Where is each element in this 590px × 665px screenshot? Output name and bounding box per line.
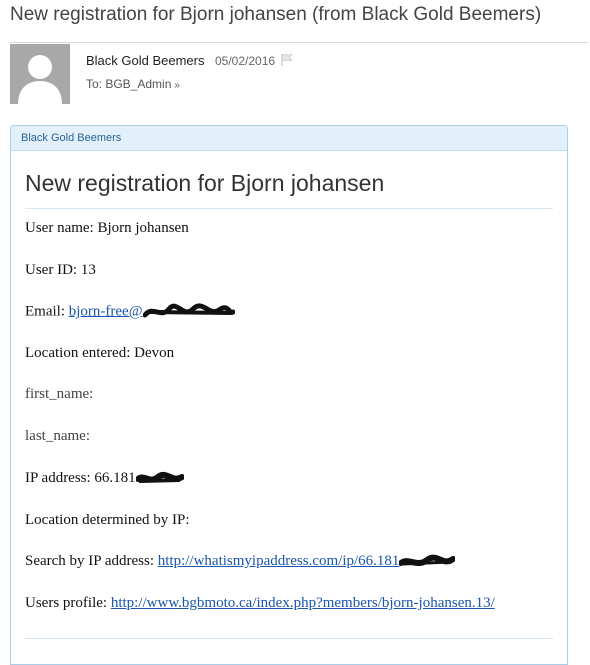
email-field: Email: bjorn-free@ xyxy=(25,303,235,321)
message-body-card: Black Gold Beemers New registration for … xyxy=(10,125,568,665)
search-ip-label: Search by IP address: xyxy=(25,553,158,569)
header-divider xyxy=(10,42,588,43)
search-ip-link[interactable]: http://whatismyipaddress.com/ip/66.181 xyxy=(158,553,400,569)
sender-avatar xyxy=(10,44,70,104)
registration-heading: New registration for Bjorn johansen xyxy=(25,170,385,196)
message-date: 05/02/2016 xyxy=(215,54,276,68)
location-determined-field: Location determined by IP: xyxy=(25,512,190,528)
email-label: Email: xyxy=(25,303,69,320)
location-entered-field: Location entered: Devon xyxy=(25,345,175,361)
users-profile-label: Users profile: xyxy=(25,595,111,611)
recipient-line[interactable]: To: BGB_Admin» xyxy=(86,77,180,91)
ip-address-field: IP address: 66.181 xyxy=(25,470,184,487)
flag-icon[interactable] xyxy=(280,53,294,67)
avatar-placeholder-icon xyxy=(18,55,62,104)
footer-rule xyxy=(25,638,553,639)
heading-rule xyxy=(25,208,553,209)
users-profile-field: Users profile: http://www.bgbmoto.ca/ind… xyxy=(25,595,495,612)
last-name-field: last_name: xyxy=(25,428,90,444)
redaction-scribble xyxy=(399,554,456,566)
redaction-scribble xyxy=(135,471,184,483)
redaction-scribble xyxy=(142,303,235,318)
users-profile-link[interactable]: http://www.bgbmoto.ca/index.php?members/… xyxy=(111,595,495,611)
user-id-field: User ID: 13 xyxy=(25,262,96,278)
email-link[interactable]: bjorn-free@ xyxy=(69,303,143,319)
card-header: Black Gold Beemers xyxy=(11,126,567,151)
first-name-field: first_name: xyxy=(25,386,94,402)
user-name-field: User name: Bjorn johansen xyxy=(25,220,189,236)
ip-address-value: IP address: 66.181 xyxy=(25,470,136,486)
sender-name[interactable]: Black Gold Beemers xyxy=(86,53,205,68)
search-ip-field: Search by IP address: http://whatismyipa… xyxy=(25,553,456,570)
message-subject: New registration for Bjorn johansen (fro… xyxy=(10,4,542,25)
chevron-down-icon[interactable]: » xyxy=(174,80,180,91)
recipient-label: To: BGB_Admin xyxy=(86,77,172,91)
